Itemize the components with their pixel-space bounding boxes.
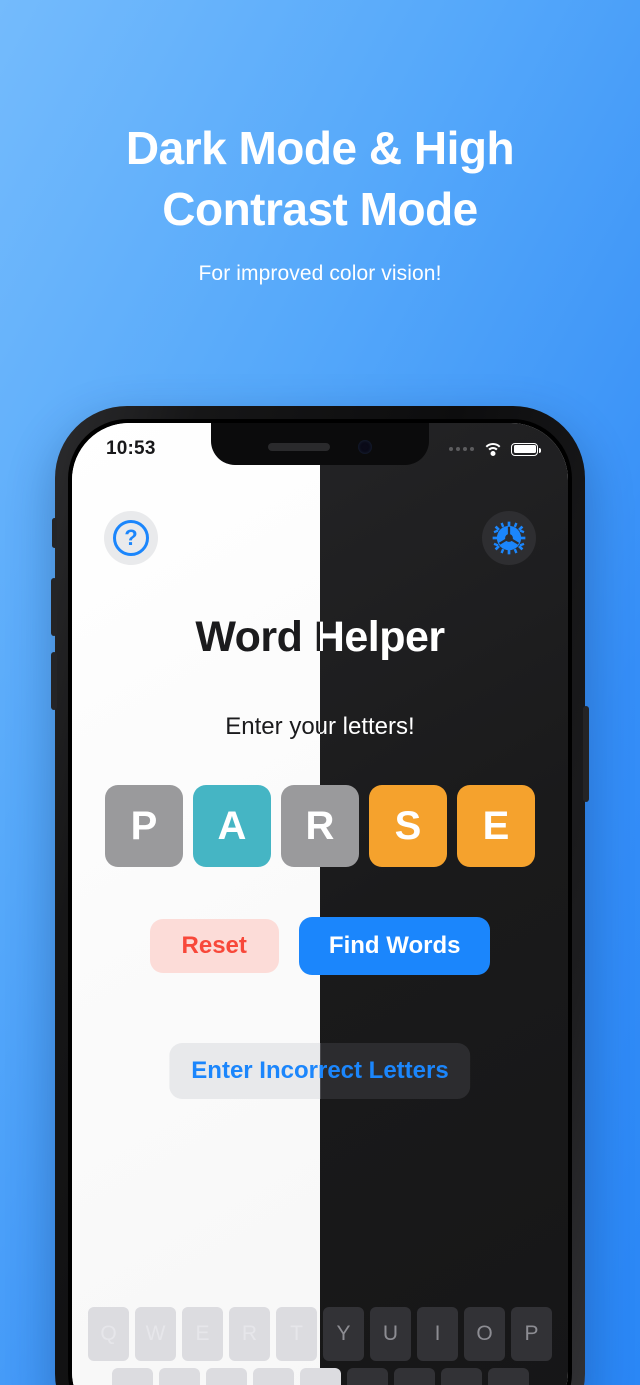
letter-tile[interactable]: R bbox=[281, 785, 359, 867]
key[interactable]: A bbox=[111, 1368, 153, 1385]
help-button[interactable]: ? bbox=[104, 511, 158, 565]
keyboard-row-2: A S D F G H J K L bbox=[72, 1368, 568, 1385]
action-buttons: Reset Find Words bbox=[72, 917, 568, 975]
phone-bezel: 10:53 ? Word Helper Word Helper Enter yo… bbox=[68, 419, 572, 1385]
status-time: 10:53 bbox=[106, 438, 156, 459]
settings-button[interactable] bbox=[482, 511, 536, 565]
key[interactable]: S bbox=[158, 1368, 200, 1385]
key[interactable]: F bbox=[252, 1368, 294, 1385]
key[interactable]: P bbox=[511, 1307, 552, 1361]
key[interactable]: J bbox=[393, 1368, 435, 1385]
power-button[interactable] bbox=[583, 706, 589, 802]
keyboard-row-1: Q W E R T Y U I O P bbox=[72, 1307, 568, 1361]
prompt-label: Enter your letters! bbox=[225, 713, 415, 740]
key[interactable]: E bbox=[182, 1307, 223, 1361]
volume-up-button[interactable] bbox=[51, 578, 57, 636]
battery-full-icon bbox=[511, 442, 541, 456]
front-camera-icon bbox=[358, 440, 372, 454]
promo-title-line2: Contrast Mode bbox=[162, 183, 478, 236]
page-title: Word Helper Word Helper bbox=[72, 613, 568, 662]
keyboard-row-2-light: A S D F G bbox=[111, 1368, 341, 1385]
gear-icon bbox=[492, 521, 526, 555]
mute-switch[interactable] bbox=[52, 518, 57, 548]
keyboard-row-2-dark: H J K L bbox=[346, 1368, 529, 1385]
key[interactable]: K bbox=[440, 1368, 482, 1385]
notch bbox=[211, 423, 429, 465]
key[interactable]: R bbox=[229, 1307, 270, 1361]
reset-button[interactable]: Reset bbox=[149, 919, 279, 973]
prompt-split: Enter your letters! Enter your letters! bbox=[225, 713, 414, 741]
key[interactable]: I bbox=[417, 1307, 458, 1361]
status-indicators bbox=[449, 442, 541, 457]
key[interactable]: T bbox=[276, 1307, 317, 1361]
key[interactable]: D bbox=[205, 1368, 247, 1385]
key[interactable]: U bbox=[370, 1307, 411, 1361]
wifi-icon bbox=[482, 442, 503, 457]
key[interactable]: G bbox=[299, 1368, 341, 1385]
key[interactable]: W bbox=[135, 1307, 176, 1361]
promo-subtitle: For improved color vision! bbox=[198, 262, 442, 286]
letter-tile[interactable]: S bbox=[369, 785, 447, 867]
key[interactable]: H bbox=[346, 1368, 388, 1385]
app-title-split: Word Helper Word Helper bbox=[195, 613, 445, 662]
phone-mockup: 10:53 ? Word Helper Word Helper Enter yo… bbox=[51, 406, 589, 1385]
enter-incorrect-letters-button[interactable]: Enter Incorrect Letters bbox=[169, 1043, 471, 1099]
phone-screen: 10:53 ? Word Helper Word Helper Enter yo… bbox=[72, 423, 568, 1385]
key[interactable]: L bbox=[487, 1368, 529, 1385]
letter-tile[interactable]: E bbox=[457, 785, 535, 867]
keyboard-row-1-light: Q W E R T bbox=[88, 1307, 317, 1361]
app-title-text: Word Helper bbox=[195, 613, 445, 661]
prompt-text: Enter your letters! Enter your letters! bbox=[72, 713, 568, 741]
promo-title-line1: Dark Mode & High bbox=[125, 122, 515, 174]
key[interactable]: Q bbox=[88, 1307, 129, 1361]
onscreen-keyboard: Q W E R T Y U I O P bbox=[72, 1307, 568, 1385]
question-mark-circle-icon: ? bbox=[113, 520, 149, 556]
app-top-bar: ? bbox=[72, 511, 568, 565]
app-content: ? Word Helper Word Helper Enter your let… bbox=[72, 423, 568, 1385]
promo-title: Dark Mode & High Contrast Mode bbox=[0, 118, 640, 240]
key[interactable]: Y bbox=[323, 1307, 364, 1361]
volume-down-button[interactable] bbox=[51, 652, 57, 710]
letter-tiles: P A R S E bbox=[72, 785, 568, 867]
incorrect-button-label: Enter Incorrect Letters bbox=[191, 1057, 449, 1084]
earpiece-speaker-icon bbox=[268, 443, 330, 451]
letter-tile[interactable]: A bbox=[193, 785, 271, 867]
find-words-button[interactable]: Find Words bbox=[298, 917, 491, 975]
promo-header: Dark Mode & High Contrast Mode For impro… bbox=[0, 0, 640, 286]
signal-dots-icon bbox=[449, 447, 474, 451]
key[interactable]: O bbox=[464, 1307, 505, 1361]
keyboard-row-1-dark: Y U I O P bbox=[323, 1307, 552, 1361]
letter-tile[interactable]: P bbox=[105, 785, 183, 867]
